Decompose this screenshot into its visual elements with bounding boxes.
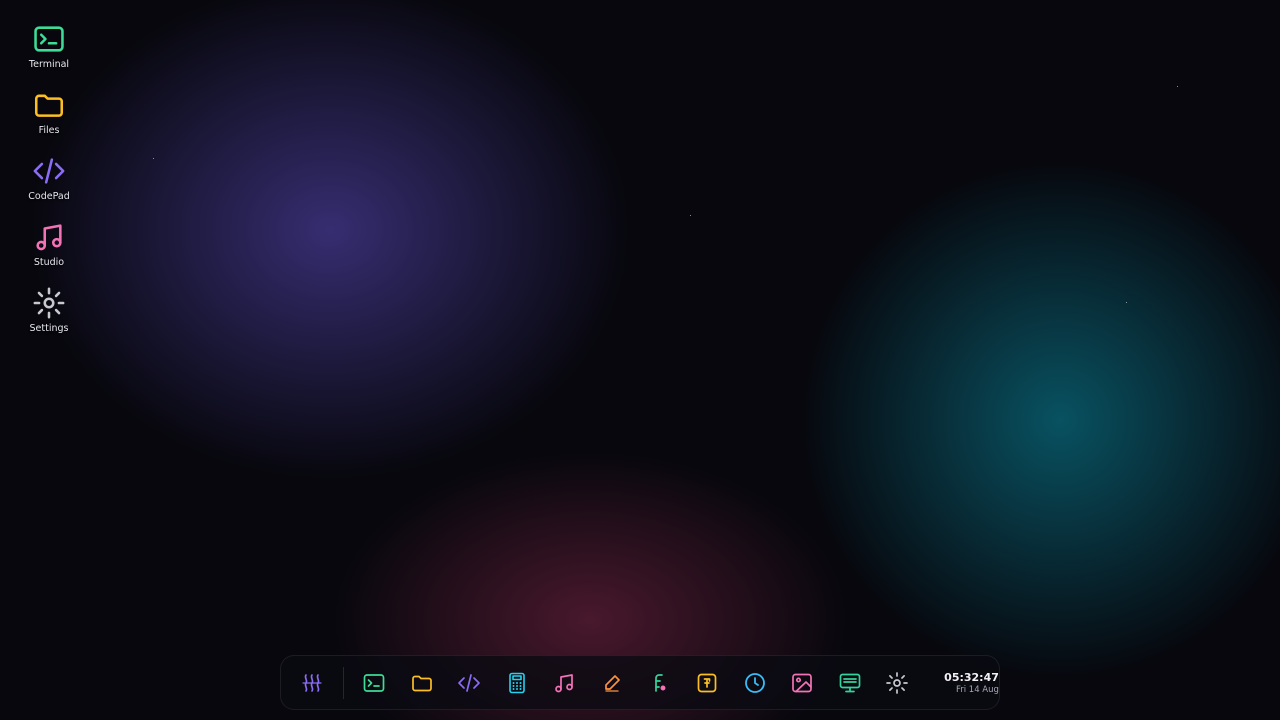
folder-icon: [411, 675, 432, 691]
launcher-waves-icon: [302, 673, 322, 692]
clock-icon: [744, 672, 765, 693]
dock-calculator-button[interactable]: [500, 666, 534, 700]
image-icon: [792, 673, 812, 692]
dock-clock-button[interactable]: [738, 666, 772, 700]
dock-files-button[interactable]: [405, 666, 439, 700]
desktop-icon-terminal[interactable]: Terminal: [18, 22, 80, 88]
dock-settings-button[interactable]: [880, 666, 914, 700]
dock-studio-button[interactable]: [548, 666, 582, 700]
background-star: [153, 158, 154, 159]
dock-photos-button[interactable]: [785, 666, 819, 700]
dock-clock[interactable]: 05:32:47 Fri 14 Aug: [928, 671, 999, 695]
clock-time: 05:32:47: [944, 670, 999, 684]
desktop: Terminal Files CodePad Studio Settings 0…: [0, 0, 1280, 720]
desktop-icons: Terminal Files CodePad Studio Settings: [18, 22, 80, 352]
code-icon: [458, 673, 481, 692]
music-note-icon: [555, 673, 574, 692]
dock: 05:32:47 Fri 14 Aug: [280, 655, 1000, 710]
dock-draw-button[interactable]: [595, 666, 629, 700]
terminal-icon: [363, 673, 385, 692]
dock-monitor-button[interactable]: [833, 666, 867, 700]
terminal-icon: [34, 26, 64, 52]
font-icon: [697, 673, 717, 692]
desktop-icon-label: Studio: [33, 257, 65, 268]
calculator-icon: [509, 672, 525, 693]
desktop-icon-label: Settings: [29, 323, 69, 334]
dock-codepad-button[interactable]: [453, 666, 487, 700]
desktop-icon-studio[interactable]: Studio: [18, 220, 80, 286]
dock-terminal-button[interactable]: [358, 666, 392, 700]
monitor-icon: [839, 673, 860, 692]
code-icon: [33, 158, 65, 184]
paint-icon: [655, 673, 666, 692]
desktop-icon-settings[interactable]: Settings: [18, 286, 80, 352]
gear-icon: [33, 287, 65, 319]
launcher-button[interactable]: [295, 666, 329, 700]
gear-icon: [886, 671, 908, 694]
desktop-icon-label: Files: [38, 125, 60, 136]
music-note-icon: [36, 224, 62, 251]
background-star: [1177, 86, 1178, 87]
dock-fonts-button[interactable]: [690, 666, 724, 700]
desktop-icon-label: Terminal: [28, 59, 70, 70]
desktop-icon-files[interactable]: Files: [18, 88, 80, 154]
desktop-icon-label: CodePad: [28, 191, 70, 202]
background-star: [690, 215, 691, 216]
brush-icon: [605, 674, 620, 692]
background-star: [1126, 302, 1127, 303]
clock-date: Fri 14 Aug: [955, 684, 999, 695]
dock-separator: [342, 666, 344, 699]
desktop-icon-codepad[interactable]: CodePad: [18, 154, 80, 220]
folder-icon: [34, 94, 64, 117]
dock-paint-button[interactable]: [643, 666, 677, 700]
